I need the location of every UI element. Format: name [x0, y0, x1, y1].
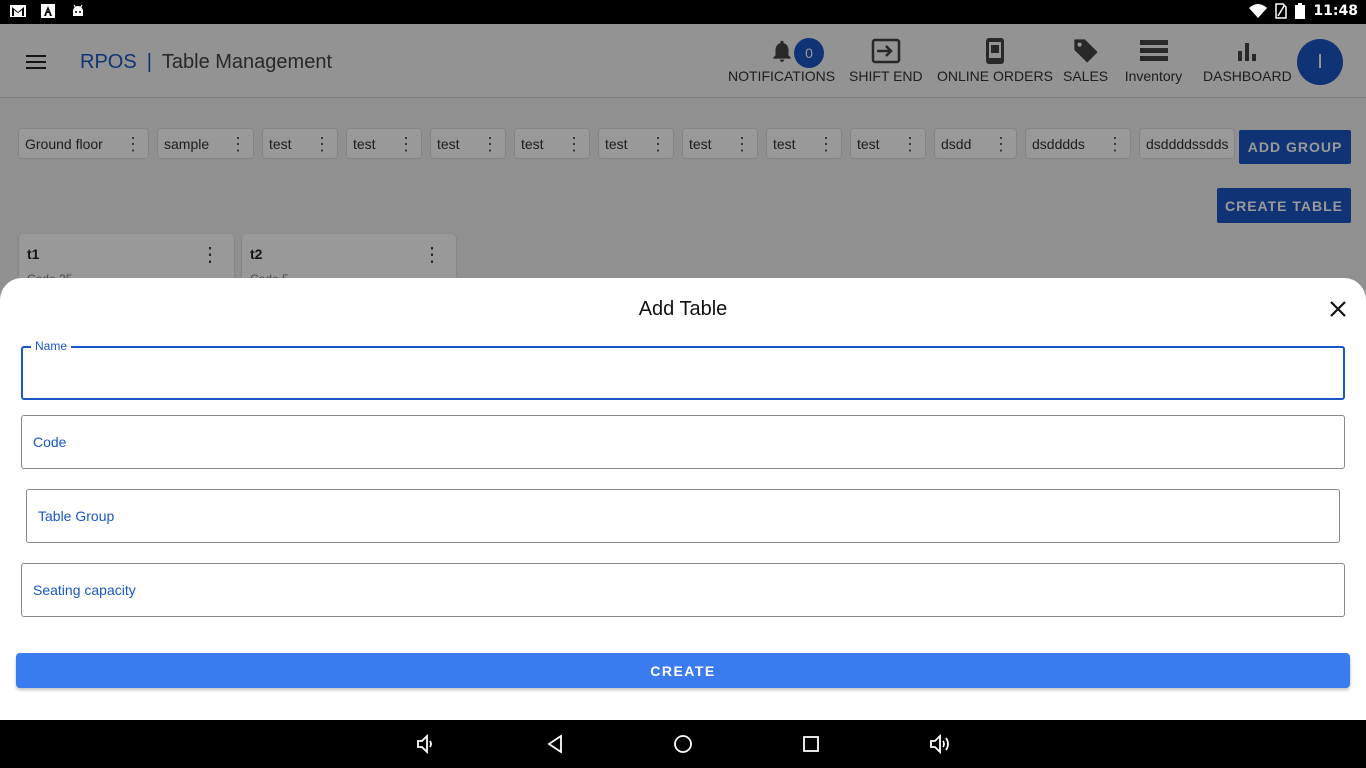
name-field-label: Name [31, 339, 72, 353]
name-input[interactable] [33, 364, 1333, 381]
volume-down-icon[interactable] [414, 732, 438, 756]
code-field-label: Code [33, 434, 67, 450]
table-group-field[interactable]: Table Group [26, 489, 1340, 543]
name-field[interactable]: Name [21, 339, 1345, 400]
close-icon[interactable] [1327, 298, 1349, 320]
add-table-modal: Add Table Name Code Table Group Seating … [0, 278, 1366, 720]
create-button[interactable]: CREATE [16, 653, 1350, 688]
seating-capacity-field-label: Seating capacity [33, 582, 136, 598]
wifi-icon [1249, 4, 1268, 18]
recents-icon[interactable] [799, 732, 823, 756]
back-icon[interactable] [543, 732, 567, 756]
gmail-icon [10, 5, 26, 17]
system-navigation-bar [0, 720, 1366, 768]
sim-icon [1275, 3, 1288, 19]
font-a-icon [41, 4, 55, 18]
modal-title: Add Table [638, 298, 728, 320]
clock-time: 11:48 [1313, 3, 1358, 19]
android-icon [73, 4, 83, 16]
home-icon[interactable] [671, 732, 695, 756]
battery-icon [1295, 3, 1306, 19]
code-field[interactable]: Code [21, 415, 1345, 469]
volume-up-icon[interactable] [928, 732, 952, 756]
seating-capacity-field[interactable]: Seating capacity [21, 563, 1345, 617]
table-group-field-label: Table Group [38, 508, 115, 524]
status-bar: 11:48 [0, 0, 1366, 24]
